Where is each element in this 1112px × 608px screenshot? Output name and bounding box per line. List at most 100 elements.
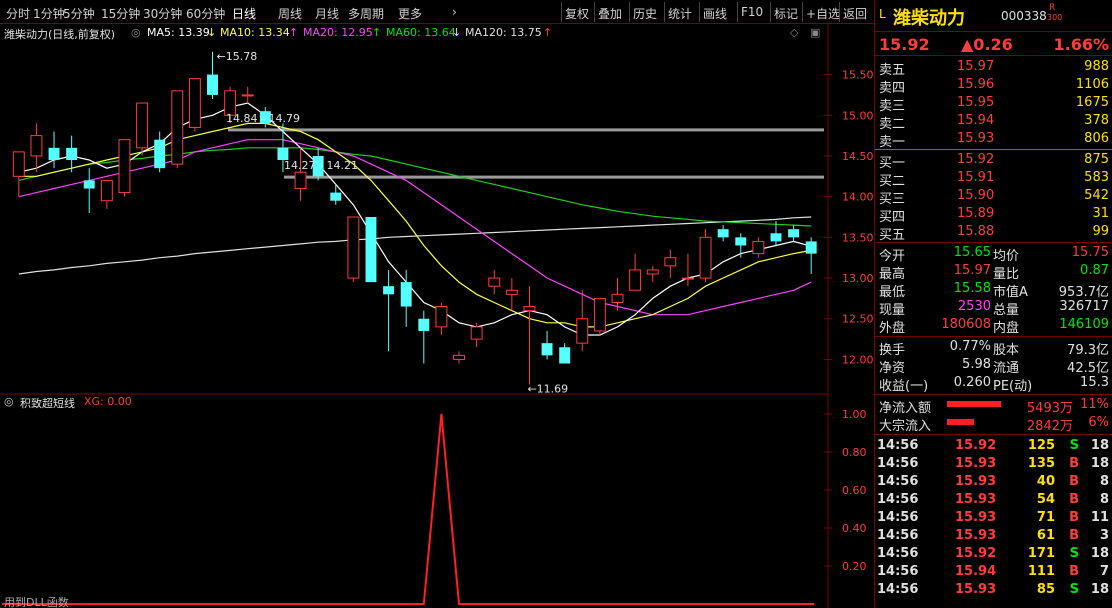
- stat-row[interactable]: 净资 5.98 流通 42.5亿: [875, 356, 1112, 376]
- candle-body-up[interactable]: [611, 293, 624, 303]
- candle-body-down[interactable]: [541, 343, 553, 356]
- stat-value: 180608: [941, 317, 991, 332]
- indicator-settings-icon[interactable]: ◎: [4, 395, 14, 408]
- price-axis-label: 13.50: [842, 231, 874, 244]
- candle-body-up[interactable]: [136, 102, 149, 149]
- ma120-line: [18, 216, 812, 275]
- candle-body-up[interactable]: [523, 306, 536, 312]
- candle-body-up[interactable]: [699, 236, 712, 279]
- stat-value: 0.77%: [949, 339, 991, 354]
- ask-row[interactable]: 卖五 15.97 988: [875, 58, 1112, 78]
- tick-row[interactable]: 14:56 15.93 135 B 18: [875, 455, 1112, 473]
- candle-body-up[interactable]: [629, 269, 642, 291]
- candle-body-up[interactable]: [30, 135, 43, 157]
- candle-body-up[interactable]: [488, 277, 501, 287]
- indicator-header: ◎ 积致超短线 XG: 0.00: [0, 394, 828, 410]
- stat-value: 5.98: [962, 357, 991, 372]
- stat-row[interactable]: 换手 0.77% 股本 79.3亿: [875, 338, 1112, 358]
- tick-volume: 54: [1036, 492, 1055, 507]
- candle-body-down[interactable]: [154, 139, 166, 169]
- tick-time: 14:56: [877, 456, 919, 471]
- candle-body-up[interactable]: [752, 240, 765, 255]
- ask-row[interactable]: 卖三 15.95 1675: [875, 94, 1112, 114]
- tick-row[interactable]: 14:56 15.93 71 B 11: [875, 509, 1112, 527]
- candle-body-down[interactable]: [207, 74, 218, 95]
- bid-row[interactable]: 买三 15.90 542: [875, 187, 1112, 207]
- stat-row[interactable]: 收益(一) 0.260 PE(动) 15.3: [875, 374, 1112, 394]
- candle-body-down[interactable]: [805, 241, 817, 254]
- candle-body-up[interactable]: [100, 179, 113, 202]
- candle-body-up[interactable]: [347, 216, 360, 279]
- tick-volume: 171: [1027, 546, 1055, 561]
- candle-body-up[interactable]: [470, 326, 483, 340]
- settings-icon[interactable]: ◎: [131, 26, 141, 39]
- stat-row[interactable]: 最低 15.58 市值A 953.7亿: [875, 280, 1112, 300]
- tick-row[interactable]: 14:56 15.93 40 B 8: [875, 473, 1112, 491]
- candle-body-up[interactable]: [294, 171, 307, 190]
- bid-row[interactable]: 买二 15.91 583: [875, 169, 1112, 189]
- flow-row[interactable]: 大宗流入 2842万 6%: [875, 414, 1112, 434]
- tick-row[interactable]: 14:56 15.92 125 S 18: [875, 437, 1112, 455]
- tick-count: 18: [1090, 546, 1109, 561]
- tick-row[interactable]: 14:56 15.93 54 B 8: [875, 491, 1112, 509]
- candle-body-down[interactable]: [365, 217, 377, 283]
- tick-row[interactable]: 14:56 15.93 85 S 18: [875, 581, 1112, 599]
- flow-bar: [947, 401, 1001, 407]
- tick-side: B: [1069, 456, 1079, 471]
- resistance-line-2: [284, 175, 824, 179]
- candle-body-down[interactable]: [383, 286, 395, 295]
- tick-row[interactable]: 14:56 15.94 111 B 7: [875, 563, 1112, 581]
- candle-body-up[interactable]: [453, 354, 465, 360]
- ask-row[interactable]: 卖一 15.93 806: [875, 130, 1112, 150]
- candle-body-down[interactable]: [330, 192, 342, 201]
- candle-body-down[interactable]: [48, 147, 60, 161]
- price-axis-label: 14.00: [842, 191, 874, 204]
- kline-chart[interactable]: 15.50 15.00 14.50 14.00 13.50 13.00 12.50 12.00…: [0, 0, 874, 608]
- menu-box-icon[interactable]: ▣: [810, 26, 820, 39]
- bid-row[interactable]: 买四 15.89 31: [875, 205, 1112, 225]
- candle-body-up[interactable]: [664, 257, 677, 267]
- candle-body-down[interactable]: [66, 147, 78, 161]
- candle-body-up[interactable]: [118, 139, 131, 194]
- stat-value: 15.75: [1071, 245, 1109, 260]
- price-axis-label: 13.00: [842, 272, 874, 285]
- candle-body-down[interactable]: [788, 229, 800, 238]
- candle-body-down[interactable]: [400, 282, 412, 307]
- candle-body-down[interactable]: [770, 233, 782, 242]
- bid-row[interactable]: 买一 15.92 875: [875, 151, 1112, 171]
- candle-body-down[interactable]: [735, 237, 747, 246]
- tick-row[interactable]: 14:56 15.92 171 S 18: [875, 545, 1112, 563]
- candle-body-up[interactable]: [188, 78, 201, 128]
- stat-row[interactable]: 最高 15.97 量比 0.87: [875, 262, 1112, 282]
- tick-row[interactable]: 14:56 15.93 61 B 3: [875, 527, 1112, 545]
- flow-row[interactable]: 净流入额 5493万 11%: [875, 396, 1112, 416]
- candle-body-up[interactable]: [593, 297, 606, 332]
- resistance-line-1: [228, 128, 824, 132]
- stat-row[interactable]: 今开 15.65 均价 15.75: [875, 244, 1112, 264]
- code-sub: 300: [1047, 13, 1063, 22]
- candle-body-up[interactable]: [171, 90, 184, 165]
- candle-body-up[interactable]: [241, 94, 254, 97]
- candle-body-up[interactable]: [646, 269, 659, 275]
- candle-body-down[interactable]: [83, 180, 95, 189]
- price-axis-label: 14.50: [842, 150, 874, 163]
- stat-row[interactable]: 外盘 180608 内盘 146109: [875, 316, 1112, 336]
- candle-body-up[interactable]: [435, 306, 448, 328]
- diamond-icon[interactable]: ◇: [790, 26, 798, 39]
- ask-row[interactable]: 卖二 15.94 378: [875, 112, 1112, 132]
- sub-axis-label: 0.60: [842, 484, 867, 497]
- ma60-label: MA60: 13.64: [386, 26, 456, 39]
- bid-price: 15.91: [957, 170, 995, 185]
- xg-value: XG: 0.00: [84, 395, 132, 408]
- candle-body-up[interactable]: [576, 318, 589, 344]
- stat-row[interactable]: 现量 2530 总量 326717: [875, 298, 1112, 318]
- candle-body-down[interactable]: [717, 229, 729, 238]
- stat-label: 内盘: [993, 321, 1020, 336]
- candle-body-up[interactable]: [681, 277, 694, 280]
- candle-body-down[interactable]: [418, 318, 430, 331]
- ask-row[interactable]: 卖四 15.96 1106: [875, 76, 1112, 96]
- candle-body-up[interactable]: [505, 289, 518, 295]
- bid-row[interactable]: 买五 15.88 99: [875, 223, 1112, 243]
- candle-body-up[interactable]: [12, 151, 25, 177]
- candle-body-down[interactable]: [559, 347, 571, 364]
